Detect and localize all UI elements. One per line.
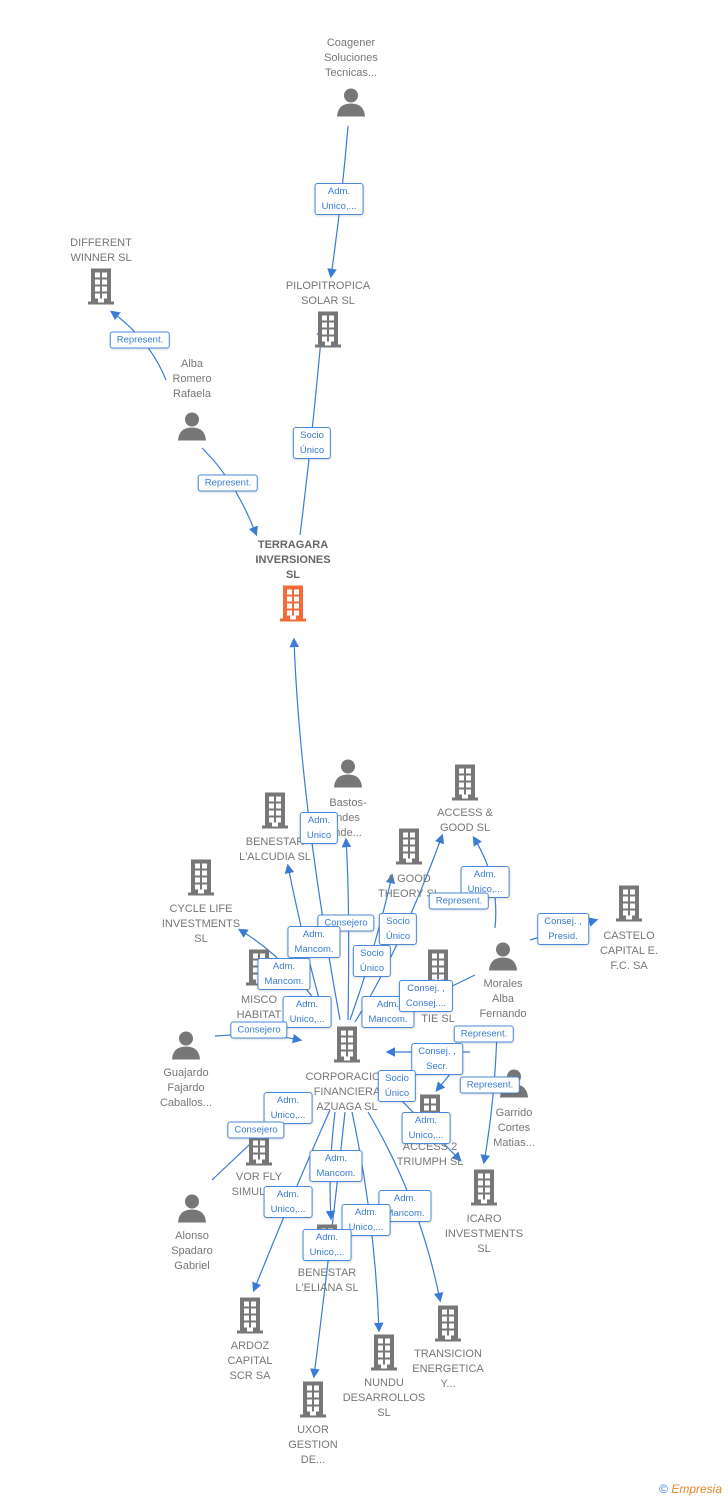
network-diagram: Coagener Soluciones Tecnicas... PILOPITRO…: [0, 0, 728, 1500]
node-label-different[interactable]: DIFFERENT WINNER SL: [41, 236, 161, 266]
building-icon[interactable]: [278, 585, 308, 627]
building-icon[interactable]: [614, 885, 644, 927]
building-icon[interactable]: [86, 268, 116, 310]
person-icon[interactable]: [488, 941, 518, 976]
node-label-coagener[interactable]: Coagener Soluciones Tecnicas...: [291, 36, 411, 81]
edge-label[interactable]: Consejero: [230, 1021, 288, 1039]
node-label-transicion[interactable]: TRANSICION ENERGETICA Y...: [388, 1347, 508, 1392]
edge-label[interactable]: Adm. Unico,...: [401, 1112, 451, 1144]
node-label-alonso[interactable]: Alonso Spadaro Gabriel: [132, 1229, 252, 1274]
node-label-cycle[interactable]: CYCLE LIFE INVESTMENTS SL: [141, 902, 261, 947]
node-label-alba[interactable]: Alba Romero Rafaela: [132, 357, 252, 402]
building-icon[interactable]: [394, 828, 424, 870]
edge-label[interactable]: Adm. Unico,...: [282, 996, 332, 1028]
person-icon[interactable]: [171, 1030, 201, 1065]
edge-label[interactable]: Adm. Unico,...: [263, 1186, 313, 1218]
node-label-eliana[interactable]: BENESTAR L'ELIANA SL: [267, 1266, 387, 1296]
node-label-uxor[interactable]: UXOR GESTION DE...: [253, 1423, 373, 1468]
edge-label[interactable]: Adm. Unico,...: [263, 1092, 313, 1124]
edge-label[interactable]: Socio Único: [377, 1070, 417, 1102]
building-icon[interactable]: [260, 792, 290, 834]
brand-logo: Empresia: [671, 1482, 722, 1496]
edge-label[interactable]: Adm. Mancom.: [287, 926, 341, 958]
copyright-symbol: ©: [659, 1482, 668, 1496]
building-icon[interactable]: [433, 1305, 463, 1347]
footer-brand[interactable]: © Empresia: [659, 1482, 722, 1496]
edge-label[interactable]: Represent.: [197, 474, 259, 492]
edge-label[interactable]: Socio Único: [352, 945, 392, 977]
building-icon[interactable]: [186, 859, 216, 901]
person-icon[interactable]: [336, 87, 366, 122]
edge-label[interactable]: Represent.: [109, 331, 171, 349]
edge-label[interactable]: Consej. , Presid.: [537, 913, 589, 945]
node-label-ardoz[interactable]: ARDOZ CAPITAL SCR SA: [190, 1339, 310, 1384]
node-label-terragara[interactable]: TERRAGARA INVERSIONES SL: [233, 538, 353, 583]
building-icon[interactable]: [235, 1297, 265, 1339]
node-label-icaro[interactable]: ICARO INVESTMENTS SL: [424, 1212, 544, 1257]
person-icon[interactable]: [333, 758, 363, 793]
edge-label[interactable]: Adm. Unico,...: [314, 183, 364, 215]
building-icon[interactable]: [298, 1381, 328, 1423]
building-icon[interactable]: [450, 764, 480, 806]
node-label-access2[interactable]: ACCESS 2 TRIUMPH SL: [370, 1140, 490, 1170]
edge-label[interactable]: Adm. Mancom.: [309, 1150, 363, 1182]
person-icon[interactable]: [177, 411, 207, 446]
edge-label[interactable]: Represent.: [428, 892, 490, 910]
building-icon[interactable]: [469, 1169, 499, 1211]
edge-label[interactable]: Consejero: [227, 1121, 285, 1139]
node-label-pilopitropica[interactable]: PILOPITROPICA SOLAR SL: [268, 279, 388, 309]
edge-label[interactable]: Represent.: [459, 1076, 521, 1094]
building-icon[interactable]: [313, 311, 343, 353]
edge-label[interactable]: Consej. , Secr.: [411, 1043, 463, 1075]
edge-label[interactable]: Adm. Mancom.: [257, 958, 311, 990]
node-label-guajardo[interactable]: Guajardo Fajardo Caballos...: [126, 1066, 246, 1111]
building-icon[interactable]: [332, 1026, 362, 1068]
person-icon[interactable]: [177, 1193, 207, 1228]
edge-label[interactable]: Represent.: [453, 1025, 515, 1043]
edge-label[interactable]: Consej. , Consej....: [398, 980, 454, 1012]
edge-label[interactable]: Socio Único: [292, 427, 332, 459]
edge-label[interactable]: Adm. Unico,...: [302, 1229, 352, 1261]
edge-label[interactable]: Adm. Unico: [299, 812, 339, 844]
edge-label[interactable]: Socio Único: [378, 913, 418, 945]
